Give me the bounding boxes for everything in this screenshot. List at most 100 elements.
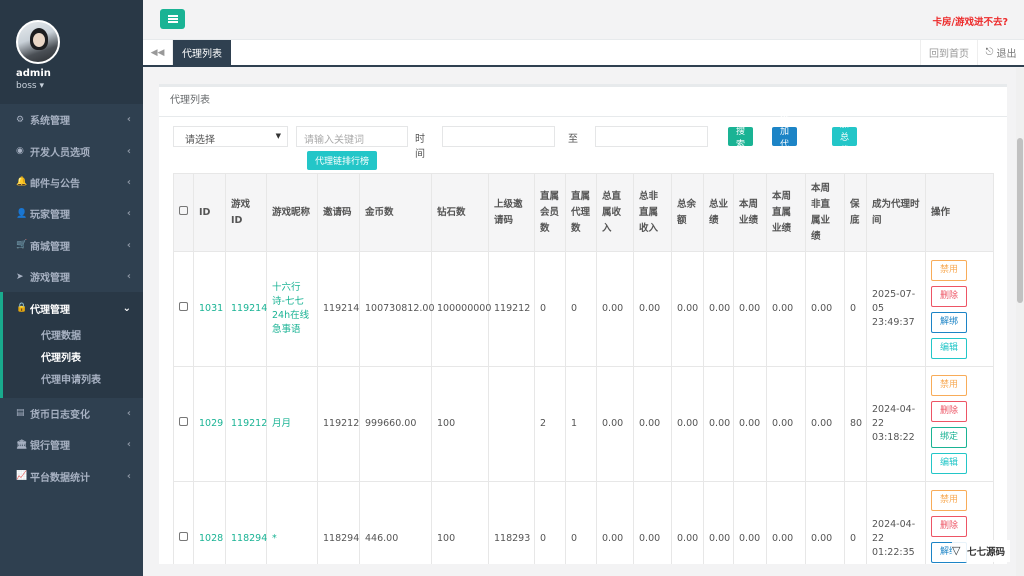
sidebar-item-developer[interactable]: ◉ 开发人员选项 ‹ [0, 135, 143, 166]
notice-link[interactable]: 卡房/游戏进不去? [933, 14, 1008, 28]
game-nickname-link[interactable]: 月月 [266, 366, 318, 482]
page-scrollbar[interactable] [1016, 68, 1024, 576]
start-date-input[interactable] [442, 126, 555, 147]
game-id-link[interactable]: 119212 [225, 366, 267, 482]
user-name: admin [16, 68, 51, 79]
indirect-income: 0.00 [633, 366, 672, 482]
sidebar-item-players[interactable]: 👤 玩家管理 ‹ [0, 198, 143, 229]
column-header[interactable]: 总余额 [671, 173, 704, 252]
agent-since-time: 2025-07-05 23:49:37 [866, 251, 926, 367]
agent-since-time: 2024-04-22 01:22:35 [866, 481, 926, 564]
disable-button[interactable]: 禁用 [931, 374, 967, 396]
game-id-link[interactable]: 118294 [225, 481, 267, 564]
content-panel: 代理列表 请选择 ▼ 请输入关键词 时间 至 搜索 添加代理 添加总代理 代理链排… [159, 84, 1007, 564]
column-header[interactable]: 本周非直属业绩 [805, 173, 845, 252]
direct-members: 2 [534, 366, 566, 482]
sidebar-item-bank[interactable]: 🏛 银行管理 ‹ [0, 429, 143, 460]
game-nickname-link[interactable]: 十六行诗-七七24h在线急事语 [266, 251, 318, 367]
add-agent-button[interactable]: 添加代理 [772, 114, 798, 163]
agent-rank-button[interactable]: 代理链排行榜 [307, 151, 378, 170]
logout-button[interactable]: ⎋ 退出 [977, 40, 1024, 65]
invite-code: 119214 [317, 251, 360, 367]
column-header[interactable]: 总非直属收入 [633, 173, 672, 252]
chevron-left-icon: ‹ [126, 470, 131, 482]
column-header[interactable]: 总直属收入 [596, 173, 634, 252]
column-header[interactable]: 游戏昵称 [266, 173, 318, 252]
sidebar-item-mail[interactable]: 🔔 邮件与公告 ‹ [0, 167, 143, 198]
menu-icon [167, 15, 178, 23]
submenu-item-agent-data[interactable]: 代理数据 [3, 326, 143, 348]
delete-button[interactable]: 删除 [931, 400, 967, 422]
chevron-left-icon: ‹ [126, 271, 131, 283]
column-header[interactable]: 直属代理数 [565, 173, 597, 252]
chevron-left-icon: ‹ [126, 114, 131, 126]
sidebar-item-stats[interactable]: 📈 平台数据统计 ‹ [0, 461, 143, 492]
agent-id-link[interactable]: 1029 [193, 366, 226, 482]
sidebar-item-shop[interactable]: 🛒 商城管理 ‹ [0, 230, 143, 261]
agent-id-link[interactable]: 1028 [193, 481, 226, 564]
agents-submenu: 代理数据 代理列表 代理申请列表 [0, 323, 143, 398]
sidebar-item-agents[interactable]: 🔒 代理管理 ⌄ [0, 292, 143, 324]
sidebar-item-games[interactable]: ➤ 游戏管理 ‹ [0, 261, 143, 292]
row-checkbox[interactable] [179, 417, 188, 426]
row-checkbox[interactable] [179, 302, 188, 311]
edit-button[interactable]: 编辑 [931, 452, 967, 474]
column-header[interactable]: 金币数 [359, 173, 432, 252]
floor-guarantee: 0 [844, 481, 867, 564]
sidebar-item-label: 游戏管理 [30, 273, 70, 285]
week-direct-performance: 0.00 [766, 481, 806, 564]
game-nickname-link[interactable]: * [266, 481, 318, 564]
row-select-cell[interactable] [173, 251, 194, 367]
filter-select[interactable]: 请选择 ▼ [173, 126, 288, 147]
column-header[interactable]: 上级邀请码 [488, 173, 535, 252]
edit-button[interactable]: 编辑 [931, 337, 967, 359]
column-header[interactable]: 总业绩 [703, 173, 734, 252]
week-indirect-performance: 0.00 [805, 251, 845, 367]
bind-button[interactable]: 绑定 [931, 426, 967, 448]
keyword-input[interactable]: 请输入关键词 [296, 126, 408, 147]
column-header[interactable]: ID [193, 173, 226, 252]
row-checkbox[interactable] [179, 532, 188, 541]
column-header[interactable]: 钻石数 [431, 173, 489, 252]
disable-button[interactable]: 禁用 [931, 259, 967, 281]
back-home-button[interactable]: 回到首页 [920, 40, 977, 65]
column-header[interactable]: 直属会员数 [534, 173, 566, 252]
tabs-bar: ◀◀ 代理列表 回到首页 ⎋ 退出 [143, 40, 1024, 67]
total-performance: 0.00 [703, 481, 734, 564]
column-header[interactable]: 保底 [844, 173, 867, 252]
column-header[interactable]: 成为代理时间 [866, 173, 926, 252]
add-top-agent-button[interactable]: 添加总代理 [832, 107, 858, 169]
column-header[interactable]: 邀请码 [317, 173, 360, 252]
parent-invite-code [488, 366, 535, 482]
end-date-input[interactable] [595, 126, 708, 147]
select-all-cell[interactable] [173, 173, 194, 252]
scrollbar-thumb[interactable] [1017, 138, 1023, 303]
column-header[interactable]: 游戏ID [225, 173, 267, 252]
agent-id-link[interactable]: 1031 [193, 251, 226, 367]
row-select-cell[interactable] [173, 481, 194, 564]
column-header: 操作 [925, 173, 994, 252]
game-id-link[interactable]: 119214 [225, 251, 267, 367]
delete-button[interactable]: 删除 [931, 285, 967, 307]
row-select-cell[interactable] [173, 366, 194, 482]
user-role-dropdown[interactable]: boss ▾ [16, 81, 143, 91]
row-actions: 禁用 删除 解绑 编辑 [925, 251, 994, 367]
submenu-item-agent-apply[interactable]: 代理申请列表 [3, 370, 143, 392]
submenu-item-agent-list[interactable]: 代理列表 [3, 348, 143, 370]
watermark-text: 七七源码 [967, 547, 1006, 558]
tab-scroll-left-button[interactable]: ◀◀ [143, 40, 173, 65]
table-header-row: ID 游戏ID 游戏昵称 邀请码 金币数 钻石数 上级邀请码 直属会员数 直属代… [173, 173, 994, 252]
sidebar-toggle-button[interactable] [160, 9, 185, 29]
unbind-button[interactable]: 解绑 [931, 311, 967, 333]
avatar[interactable] [16, 20, 60, 64]
search-button[interactable]: 搜索 [728, 127, 754, 150]
select-all-checkbox[interactable] [179, 205, 188, 215]
column-header[interactable]: 本周业绩 [733, 173, 767, 252]
column-header[interactable]: 本周直属业绩 [766, 173, 806, 252]
tab-agent-list[interactable]: 代理列表 [173, 40, 231, 65]
disable-button[interactable]: 禁用 [931, 489, 967, 511]
sidebar-item-currency-log[interactable]: ▤ 货币日志变化 ‹ [0, 398, 143, 429]
sidebar-item-system[interactable]: ⚙ 系统管理 ‹ [0, 104, 143, 135]
diamond-amount: 100 [431, 366, 489, 482]
delete-button[interactable]: 删除 [931, 515, 967, 537]
